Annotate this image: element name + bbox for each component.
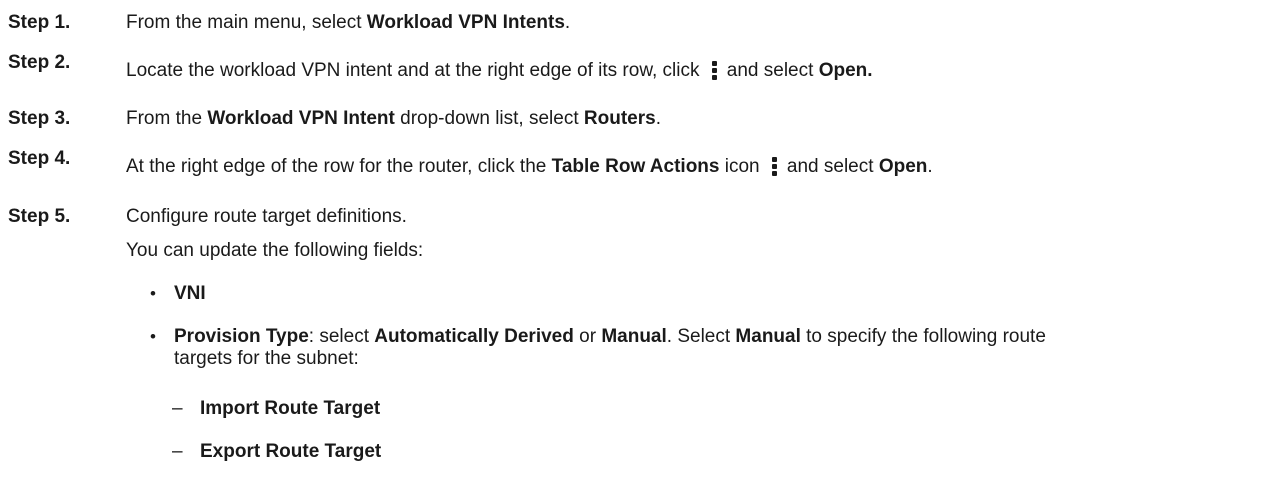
bullet-mark: • (150, 284, 156, 303)
ui-term-manual: Manual (735, 326, 801, 347)
ui-term-open: Open (878, 156, 928, 177)
ui-term-open: Open. (818, 60, 873, 81)
step-text-segment: . (564, 12, 571, 33)
ui-term-workload-vpn-intents: Workload VPN Intents (366, 12, 565, 33)
step-label: Step 4. (8, 148, 71, 169)
step-text: From the Workload VPN Intent drop-down l… (126, 108, 1268, 130)
step-text: Configure route target definitions. (126, 206, 407, 227)
step-label: Step 5. (8, 206, 71, 227)
step-text-segment: . (927, 156, 933, 177)
step-text-segment: . (655, 108, 661, 129)
step-text: At the right edge of the row for the rou… (126, 156, 1268, 178)
step-label: Step 1. (8, 12, 71, 33)
bullet-item-vni: • VNI (150, 283, 1260, 305)
dash-mark: – (172, 441, 183, 462)
ui-term-automatically-derived: Automatically Derived (374, 326, 574, 347)
step-5-intro: You can update the following fields: (126, 240, 424, 261)
step-2: Step 2. Locate the workload VPN intent a… (8, 52, 1268, 82)
ui-term-vni: VNI (174, 283, 206, 304)
step-text-segment: icon (719, 156, 765, 177)
step-text-segment: From the (126, 108, 208, 129)
step-text: From the main menu, select Workload VPN … (126, 12, 1268, 34)
ui-term-manual: Manual (601, 326, 667, 347)
dash-mark: – (172, 398, 183, 419)
sub-bullet-import-route-target: – Import Route Target (172, 398, 380, 420)
kebab-menu-icon (769, 156, 779, 178)
step-text-segment: At the right edge of the row for the rou… (126, 156, 552, 177)
step-1: Step 1. From the main menu, select Workl… (8, 12, 1268, 34)
ui-term-export-route-target: Export Route Target (200, 441, 382, 462)
step-text: Locate the workload VPN intent and at th… (126, 60, 1268, 82)
sub-bullet-export-route-target: – Export Route Target (172, 441, 381, 463)
step-label: Step 3. (8, 108, 71, 129)
procedure-document: Step 1. From the main menu, select Workl… (0, 0, 1271, 486)
kebab-menu-icon (709, 60, 719, 82)
step-5: Step 5. Configure route target definitio… (8, 206, 1268, 228)
ui-term-table-row-actions: Table Row Actions (551, 156, 720, 177)
step-text-segment: and select (726, 60, 819, 81)
step-label: Step 2. (8, 52, 71, 73)
bullet-text: VNI (174, 283, 1260, 305)
bullet-item-provision-type: • Provision Type: select Automatically D… (150, 326, 1260, 370)
step-text-segment: drop-down list, select (394, 108, 584, 129)
step-text-segment: and select (786, 156, 879, 177)
ui-term-import-route-target: Import Route Target (200, 398, 381, 419)
bullet-text: Provision Type: select Automatically Der… (174, 326, 1094, 370)
bullet-text-segment: . Select (666, 326, 736, 347)
ui-term-provision-type: Provision Type (174, 326, 309, 347)
step-3: Step 3. From the Workload VPN Intent dro… (8, 108, 1268, 130)
step-text-segment: Locate the workload VPN intent and at th… (126, 60, 705, 81)
bullet-mark: • (150, 327, 156, 346)
ui-term-routers: Routers (583, 108, 656, 129)
bullet-text-segment: : select (308, 326, 375, 347)
ui-term-workload-vpn-intent: Workload VPN Intent (207, 108, 395, 129)
bullet-text-segment: or (573, 326, 602, 347)
step-4: Step 4. At the right edge of the row for… (8, 148, 1268, 178)
step-text-segment: From the main menu, select (126, 12, 367, 33)
